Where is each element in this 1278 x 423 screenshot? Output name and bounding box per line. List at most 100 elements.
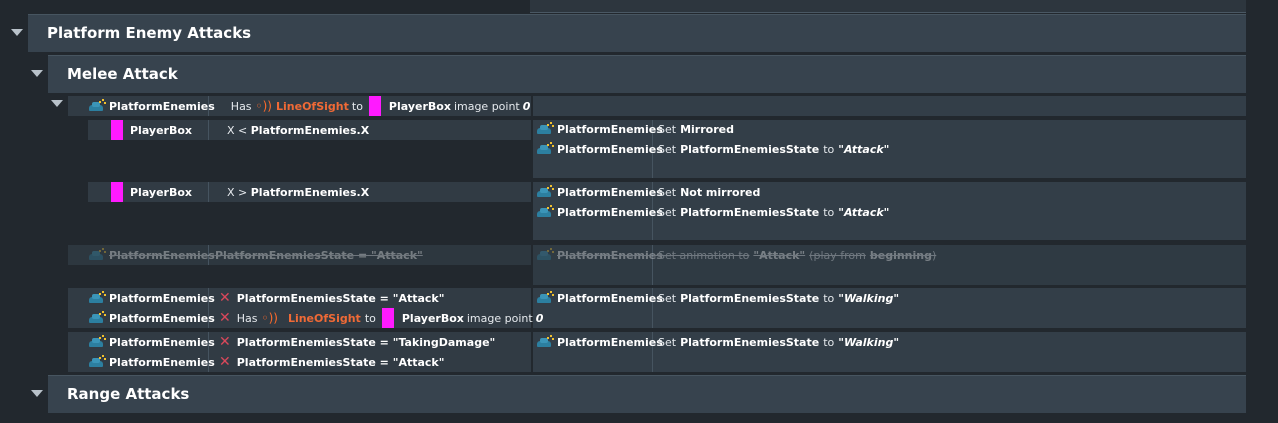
previous-event-bottom bbox=[530, 0, 1246, 13]
condition-has: Has bbox=[236, 311, 258, 325]
subevent-b-condition-row[interactable]: PlayerBox X > PlatformEnemies.X bbox=[111, 182, 369, 202]
condition-image-point: image point bbox=[466, 311, 533, 325]
object-name: PlatformEnemies bbox=[109, 355, 215, 369]
action-set: Set bbox=[658, 335, 677, 349]
play-from: (play from bbox=[809, 248, 866, 262]
object-name: PlayerBox bbox=[401, 311, 464, 325]
event1-actions[interactable] bbox=[533, 96, 1246, 116]
event4-condition2[interactable]: PlatformEnemies ✕ PlatformEnemiesState =… bbox=[88, 352, 444, 372]
subevent-b-action2[interactable]: PlatformEnemies Set PlatformEnemiesState… bbox=[536, 202, 889, 222]
object-name: PlatformEnemies bbox=[557, 122, 663, 136]
object-name: PlatformEnemies bbox=[557, 248, 663, 262]
platform-enemies-icon bbox=[536, 335, 554, 349]
event3-condition2[interactable]: PlatformEnemies ✕ Has ◦)) LineOfSight to… bbox=[88, 308, 543, 328]
subevent-a-condition-row[interactable]: PlayerBox X < PlatformEnemies.X bbox=[111, 120, 369, 140]
condition-state-attack: PlatformEnemiesState = "Attack" bbox=[215, 248, 423, 262]
object-name: PlatformEnemies bbox=[109, 311, 215, 325]
event2-action-row[interactable]: PlatformEnemies Set animation to "Attack… bbox=[536, 245, 936, 265]
platform-group-header[interactable]: Platform Enemy Attacks bbox=[28, 14, 1246, 52]
event4-action1[interactable]: PlatformEnemies Set PlatformEnemiesState… bbox=[536, 332, 899, 352]
object-name: PlatformEnemies bbox=[557, 142, 663, 156]
action-set: Set bbox=[658, 185, 677, 199]
action-set-animation: Set animation to bbox=[658, 248, 750, 262]
platform-enemies-icon bbox=[88, 99, 106, 113]
action-value: "Attack" bbox=[838, 205, 890, 219]
behavior-name: LineOfSight bbox=[287, 311, 361, 325]
condition-point-value: 0 bbox=[535, 311, 544, 325]
platform-enemies-icon bbox=[88, 291, 106, 305]
behavior-name: LineOfSight bbox=[276, 99, 349, 113]
condition-has: Has bbox=[230, 99, 252, 113]
close-paren: ) bbox=[931, 248, 937, 262]
platform-enemies-icon bbox=[536, 185, 554, 199]
compare-value: PlatformEnemies.X bbox=[250, 185, 370, 199]
object-name: PlatformEnemies bbox=[109, 291, 215, 305]
line-of-sight-icon: ◦)) bbox=[255, 99, 272, 113]
object-name: PlatformEnemies bbox=[109, 99, 215, 113]
action-variable: PlatformEnemiesState bbox=[680, 142, 820, 156]
platform-enemies-icon bbox=[88, 248, 106, 262]
condition-to: to bbox=[351, 99, 363, 113]
compare-value: PlatformEnemies.X bbox=[250, 123, 370, 137]
condition-state-attack: PlatformEnemiesState = "Attack" bbox=[236, 291, 445, 305]
action-not-mirrored: Not mirrored bbox=[680, 185, 761, 199]
action-set: Set bbox=[658, 142, 677, 156]
playerbox-icon bbox=[111, 120, 123, 140]
platform-group-collapse-icon[interactable] bbox=[11, 29, 23, 36]
playerbox-icon bbox=[381, 308, 394, 328]
platform-enemies-icon bbox=[536, 122, 554, 136]
object-name: PlayerBox bbox=[130, 185, 193, 199]
action-to: to bbox=[823, 335, 835, 349]
animation-name: "Attack" bbox=[753, 248, 806, 262]
platform-enemies-icon bbox=[536, 205, 554, 219]
action-set: Set bbox=[658, 205, 677, 219]
object-name: PlatformEnemies bbox=[109, 248, 215, 262]
action-to: to bbox=[823, 291, 835, 305]
playerbox-icon bbox=[111, 182, 123, 202]
condition-state-attack: PlatformEnemiesState = "Attack" bbox=[236, 355, 445, 369]
action-set: Set bbox=[658, 291, 677, 305]
action-mirrored: Mirrored bbox=[680, 122, 734, 136]
invert-x-icon: ✕ bbox=[219, 354, 231, 370]
action-value: "Walking" bbox=[838, 291, 900, 305]
range-group-title: Range Attacks bbox=[67, 385, 190, 403]
event4-condition1[interactable]: PlatformEnemies ✕ PlatformEnemiesState =… bbox=[88, 332, 495, 352]
compare-x-lt: X < bbox=[227, 123, 251, 137]
melee-group-collapse-icon[interactable] bbox=[31, 70, 43, 77]
condition-point-value: 0 bbox=[522, 99, 531, 113]
subevent-a-action1[interactable]: PlatformEnemies Set Mirrored bbox=[536, 119, 734, 139]
invert-x-icon: ✕ bbox=[219, 310, 231, 326]
action-variable: PlatformEnemiesState bbox=[680, 291, 820, 305]
action-value: "Attack" bbox=[838, 142, 890, 156]
action-to: to bbox=[823, 205, 835, 219]
action-variable: PlatformEnemiesState bbox=[680, 335, 820, 349]
melee-group-header[interactable]: Melee Attack bbox=[48, 55, 1246, 93]
condition-image-point: image point bbox=[453, 99, 520, 113]
event3-condition1[interactable]: PlatformEnemies ✕ PlatformEnemiesState =… bbox=[88, 288, 444, 308]
line-of-sight-icon: ◦)) bbox=[261, 311, 278, 325]
platform-enemies-icon bbox=[88, 335, 106, 349]
object-name: PlayerBox bbox=[388, 99, 451, 113]
playerbox-icon bbox=[368, 96, 381, 116]
range-group-collapse-icon[interactable] bbox=[31, 390, 43, 397]
platform-enemies-icon bbox=[536, 142, 554, 156]
object-name: PlatformEnemies bbox=[557, 291, 663, 305]
action-variable: PlatformEnemiesState bbox=[680, 205, 820, 219]
action-set: Set bbox=[658, 122, 677, 136]
range-group-header[interactable]: Range Attacks bbox=[48, 375, 1246, 413]
object-name: PlatformEnemies bbox=[557, 335, 663, 349]
event3-action1[interactable]: PlatformEnemies Set PlatformEnemiesState… bbox=[536, 288, 899, 308]
event1-condition-row[interactable]: PlatformEnemies Has ◦)) LineOfSight to P… bbox=[88, 96, 530, 116]
compare-x-gt: X > bbox=[227, 185, 251, 199]
action-to: to bbox=[823, 142, 835, 156]
invert-x-icon: ✕ bbox=[219, 334, 231, 350]
object-name: PlatformEnemies bbox=[109, 335, 215, 349]
object-name: PlayerBox bbox=[130, 123, 193, 137]
melee-group-title: Melee Attack bbox=[67, 65, 178, 83]
event1-collapse-icon[interactable] bbox=[51, 100, 63, 107]
platform-enemies-icon bbox=[536, 291, 554, 305]
event2-condition-row[interactable]: PlatformEnemies PlatformEnemiesState = "… bbox=[88, 245, 423, 265]
subevent-a-action2[interactable]: PlatformEnemies Set PlatformEnemiesState… bbox=[536, 139, 889, 159]
action-value: "Walking" bbox=[838, 335, 900, 349]
subevent-b-action1[interactable]: PlatformEnemies Set Not mirrored bbox=[536, 182, 760, 202]
